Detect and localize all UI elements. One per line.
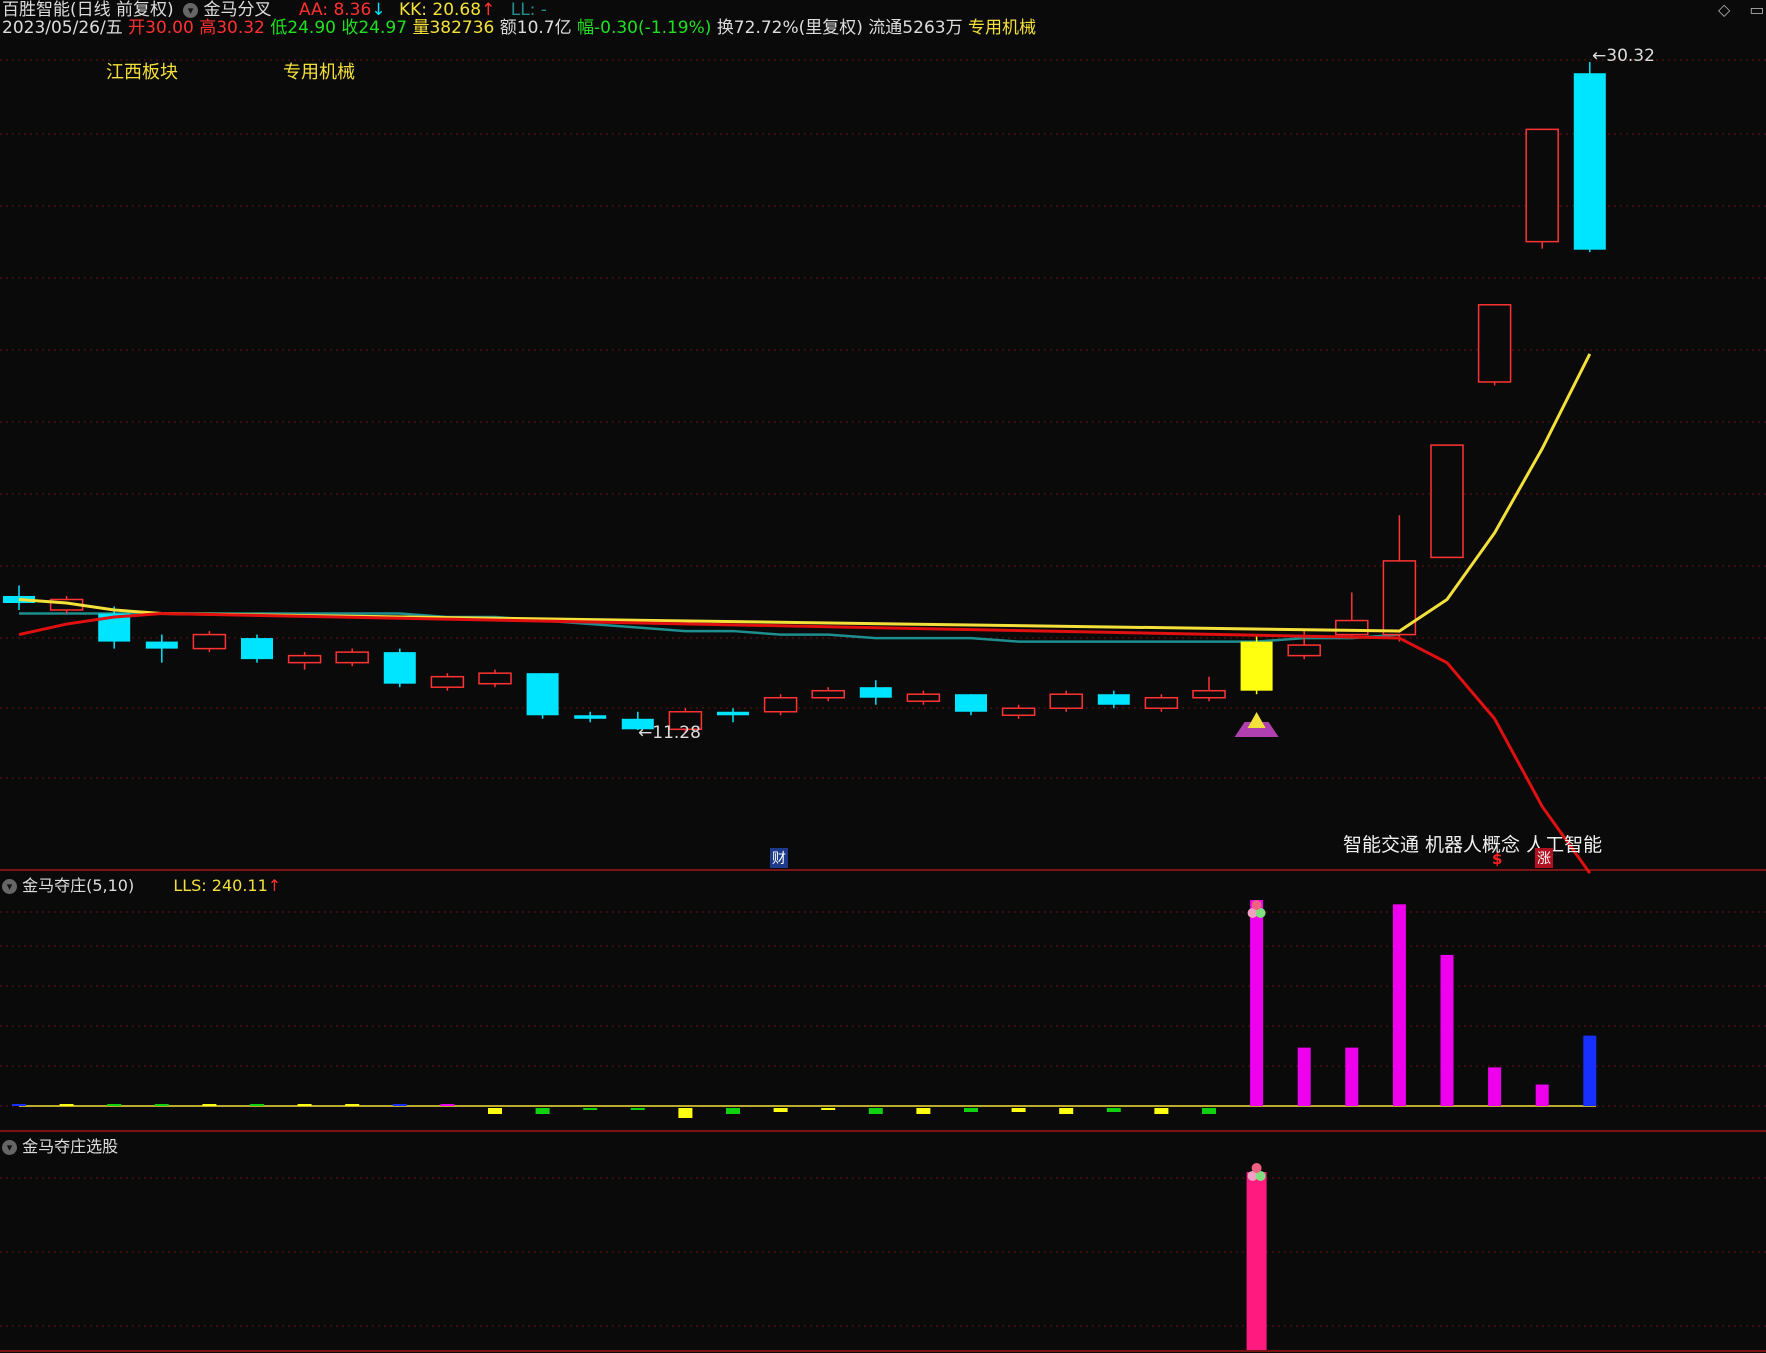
arrow-left-icon: ← (1592, 46, 1607, 66)
finance-badge[interactable]: 财 (770, 848, 788, 868)
candle-body (335, 651, 369, 664)
candle-body (478, 672, 512, 685)
indicator-bar (202, 1104, 217, 1106)
indicator-bar (821, 1108, 836, 1110)
candle-body (1287, 644, 1321, 657)
indicator-bar (392, 1104, 407, 1106)
panel2-title[interactable]: 金马夺庄(5,10) (22, 876, 134, 895)
indicator-bar (59, 1104, 74, 1106)
concept-tags[interactable]: 智能交通 机器人概念 人工智能 (1343, 830, 1602, 857)
indicator-bar (1297, 1047, 1311, 1106)
candle-body (859, 687, 892, 698)
candle-body (241, 638, 273, 660)
indicator-bar (583, 1108, 598, 1110)
indicator-bar (1059, 1108, 1074, 1114)
kline-chart[interactable] (0, 0, 1766, 1353)
panel3-title[interactable]: 金马夺庄选股 (22, 1137, 118, 1156)
candle-body (1240, 641, 1273, 691)
candle-body (1097, 694, 1130, 705)
indicator-bar (1106, 1108, 1121, 1112)
candle-body (430, 675, 465, 688)
lls-value: LLS: 240.11 (173, 876, 268, 895)
indicator-bar (107, 1104, 122, 1106)
indicator-bar (1250, 900, 1264, 1106)
indicator-bar (726, 1108, 740, 1114)
low-price-mark: ←11.28 (638, 723, 701, 743)
signal-marker (1247, 712, 1266, 728)
candle-body (1430, 444, 1464, 559)
indicator-bar (964, 1108, 978, 1112)
indicator-bar (1154, 1108, 1169, 1114)
candle-body (811, 689, 845, 699)
indicator-bar (250, 1104, 264, 1106)
high-price-mark: ←30.32 (1592, 46, 1655, 66)
indicator-bar (868, 1108, 883, 1114)
dollar-badge[interactable]: $ (1492, 850, 1502, 868)
indicator-bar (1488, 1067, 1502, 1106)
indicator-bar (488, 1108, 502, 1114)
indicator-bar (1583, 1035, 1597, 1106)
candle-body (1573, 73, 1606, 250)
candle-body (192, 633, 227, 650)
indicator-bar (1345, 1047, 1359, 1106)
limit-up-badge[interactable]: 涨 (1535, 848, 1553, 868)
up-arrow-icon: ↑ (267, 876, 282, 895)
indicator-bar (297, 1104, 312, 1106)
candle-body (717, 711, 749, 716)
candle-body (1525, 128, 1559, 243)
indicator-bar (12, 1104, 26, 1106)
indicator-bar (678, 1108, 693, 1118)
candle-body (574, 715, 607, 719)
candle-body (1001, 707, 1036, 717)
candle-body (1192, 689, 1226, 699)
candle-body (526, 673, 559, 716)
flower-icon (1251, 1163, 1262, 1173)
stock-pick-bar (1246, 1172, 1267, 1350)
indicator-bar (630, 1108, 645, 1110)
indicator-bar (1011, 1108, 1026, 1112)
candle-body (287, 654, 322, 664)
indicator-bar (440, 1104, 455, 1106)
candle-body (1335, 619, 1369, 636)
arrow-left-icon: ← (638, 723, 653, 743)
indicator-bar (1440, 954, 1454, 1106)
candle-body (145, 641, 178, 649)
indicator-bar (535, 1108, 550, 1114)
indicator-bar (345, 1104, 360, 1106)
indicator-bar (916, 1108, 931, 1114)
indicator-bar (1535, 1084, 1549, 1106)
candle-body (1144, 696, 1179, 709)
candle-body (906, 693, 941, 702)
ma-line-yellow (18, 353, 1592, 633)
panel2-header: ▾ 金马夺庄(5,10) LLS: 240.11↑ (2, 872, 281, 896)
indicator-bar (773, 1108, 788, 1112)
candle-body (1049, 693, 1083, 709)
indicator-bar (1202, 1108, 1216, 1114)
flower-icon (1251, 900, 1262, 910)
panel3-header: ▾ 金马夺庄选股 (2, 1133, 118, 1157)
candle-body (383, 652, 416, 684)
candle-body (1477, 304, 1512, 383)
indicator-bar (1392, 904, 1406, 1106)
chevron-down-icon[interactable]: ▾ (2, 879, 17, 894)
indicator-bar (154, 1104, 169, 1106)
chevron-down-icon[interactable]: ▾ (2, 1140, 17, 1155)
candle-body (763, 696, 798, 713)
candle-body (955, 694, 987, 712)
